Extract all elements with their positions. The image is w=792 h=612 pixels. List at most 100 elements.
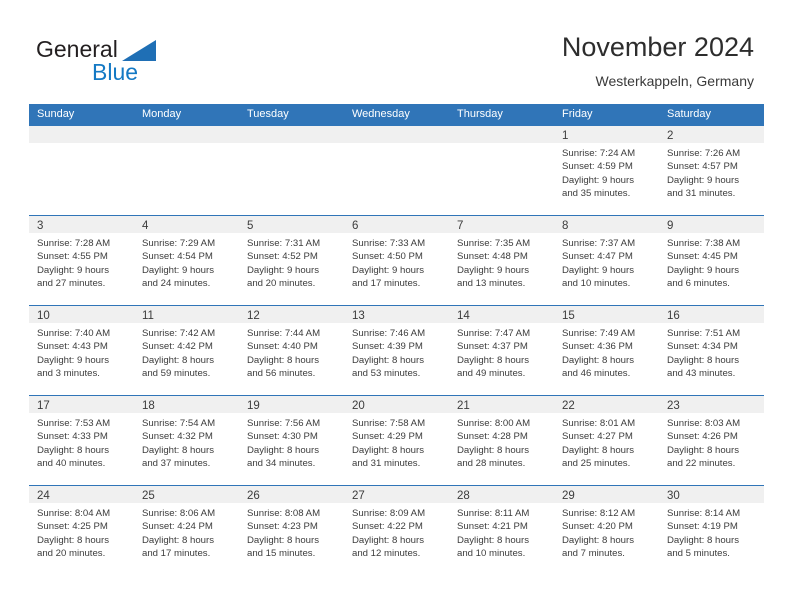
day-number-band: 3 xyxy=(29,216,134,233)
day-info-line: Daylight: 8 hours xyxy=(247,444,319,456)
day-info-line: Sunrise: 7:38 AM xyxy=(667,238,741,249)
day-number-band: 12 xyxy=(239,306,344,323)
page-subtitle-location: Westerkappeln, Germany xyxy=(595,73,754,89)
calendar-day-cell[interactable]: 20 Sunrise: 7:58 AM Sunset: 4:29 PM Dayligh… xyxy=(344,395,449,485)
generalblue-logo[interactable]: General Blue xyxy=(36,36,216,88)
calendar-day-cell[interactable]: 18 Sunrise: 7:54 AM Sunset: 4:32 PM Dayligh… xyxy=(134,395,239,485)
day-info-line: Daylight: 9 hours xyxy=(352,264,424,276)
day-number: 15 xyxy=(562,310,575,322)
day-number-band: 14 xyxy=(449,306,554,323)
calendar-day-cell[interactable]: 1 Sunrise: 7:24 AM Sunset: 4:59 PM Daylight… xyxy=(554,125,659,215)
day-number: 8 xyxy=(562,220,569,232)
day-sun-info: Sunrise: 7:29 AM Sunset: 4:54 PM Daylight:… xyxy=(134,233,239,291)
day-number-band: 17 xyxy=(29,396,134,413)
day-number: 14 xyxy=(457,310,470,322)
calendar-day-cell[interactable]: 23 Sunrise: 8:03 AM Sunset: 4:26 PM Dayligh… xyxy=(659,395,764,485)
day-info-line: Sunrise: 7:51 AM xyxy=(667,328,741,339)
day-info-line: Sunrise: 7:29 AM xyxy=(142,238,216,249)
day-number-band: 26 xyxy=(239,486,344,503)
calendar-day-cell[interactable]: 29 Sunrise: 8:12 AM Sunset: 4:20 PM Dayligh… xyxy=(554,485,659,575)
day-info-line: and 12 minutes. xyxy=(352,548,421,560)
day-info-line: and 17 minutes. xyxy=(352,278,421,290)
day-sun-info: Sunrise: 7:42 AM Sunset: 4:42 PM Daylight:… xyxy=(134,323,239,381)
calendar-day-cell[interactable]: 6 Sunrise: 7:33 AM Sunset: 4:50 PM Daylight… xyxy=(344,215,449,305)
day-sun-info: Sunrise: 7:56 AM Sunset: 4:30 PM Daylight:… xyxy=(239,413,344,471)
calendar-page: General Blue November 2024 Westerkappeln… xyxy=(0,0,792,612)
day-info-line: Sunrise: 7:24 AM xyxy=(562,148,636,159)
calendar-day-cell[interactable]: 7 Sunrise: 7:35 AM Sunset: 4:48 PM Daylight… xyxy=(449,215,554,305)
day-info-line: Sunset: 4:24 PM xyxy=(142,521,213,533)
calendar-day-cell[interactable]: 12 Sunrise: 7:44 AM Sunset: 4:40 PM Dayligh… xyxy=(239,305,344,395)
calendar-day-cell[interactable]: 9 Sunrise: 7:38 AM Sunset: 4:45 PM Daylight… xyxy=(659,215,764,305)
day-info-line: Daylight: 8 hours xyxy=(352,534,424,546)
calendar-day-cell[interactable]: 26 Sunrise: 8:08 AM Sunset: 4:23 PM Dayligh… xyxy=(239,485,344,575)
day-info-line: Sunset: 4:43 PM xyxy=(37,341,108,353)
day-number: 30 xyxy=(667,490,680,502)
day-info-line: Sunset: 4:39 PM xyxy=(352,341,423,353)
calendar-day-cell[interactable]: 25 Sunrise: 8:06 AM Sunset: 4:24 PM Dayligh… xyxy=(134,485,239,575)
calendar-day-cell[interactable]: 17 Sunrise: 7:53 AM Sunset: 4:33 PM Dayligh… xyxy=(29,395,134,485)
day-info-line: Sunrise: 7:49 AM xyxy=(562,328,636,339)
day-sun-info: Sunrise: 8:04 AM Sunset: 4:25 PM Daylight:… xyxy=(29,503,134,561)
calendar-day-cell[interactable]: 10 Sunrise: 7:40 AM Sunset: 4:43 PM Dayligh… xyxy=(29,305,134,395)
day-info-line: Sunset: 4:52 PM xyxy=(247,251,318,263)
calendar-day-cell[interactable]: 28 Sunrise: 8:11 AM Sunset: 4:21 PM Dayligh… xyxy=(449,485,554,575)
calendar-week-row: 1 Sunrise: 7:24 AM Sunset: 4:59 PM Daylight… xyxy=(29,125,764,215)
day-info-line: Sunset: 4:47 PM xyxy=(562,251,633,263)
day-info-line: and 5 minutes. xyxy=(667,548,730,560)
weekday-header-wednesday: Wednesday xyxy=(352,108,410,120)
calendar-day-cell[interactable]: 27 Sunrise: 8:09 AM Sunset: 4:22 PM Dayligh… xyxy=(344,485,449,575)
calendar-day-cell[interactable]: 14 Sunrise: 7:47 AM Sunset: 4:37 PM Dayligh… xyxy=(449,305,554,395)
calendar-day-cell[interactable]: 5 Sunrise: 7:31 AM Sunset: 4:52 PM Daylight… xyxy=(239,215,344,305)
day-number-band: 21 xyxy=(449,396,554,413)
logo-triangle-icon xyxy=(122,40,156,61)
day-info-line: Daylight: 8 hours xyxy=(457,354,529,366)
day-number: 16 xyxy=(667,310,680,322)
calendar-day-cell[interactable]: 19 Sunrise: 7:56 AM Sunset: 4:30 PM Dayligh… xyxy=(239,395,344,485)
day-number-band xyxy=(239,126,344,143)
day-info-line: Sunset: 4:27 PM xyxy=(562,431,633,443)
day-number: 25 xyxy=(142,490,155,502)
day-info-line: Sunrise: 7:46 AM xyxy=(352,328,426,339)
calendar-day-cell[interactable]: 11 Sunrise: 7:42 AM Sunset: 4:42 PM Dayligh… xyxy=(134,305,239,395)
calendar-day-cell[interactable]: 22 Sunrise: 8:01 AM Sunset: 4:27 PM Dayligh… xyxy=(554,395,659,485)
calendar-day-cell[interactable]: 30 Sunrise: 8:14 AM Sunset: 4:19 PM Dayligh… xyxy=(659,485,764,575)
day-number-band: 13 xyxy=(344,306,449,323)
day-info-line: Daylight: 8 hours xyxy=(457,534,529,546)
day-number-band: 2 xyxy=(659,126,764,143)
day-info-line: Sunset: 4:37 PM xyxy=(457,341,528,353)
calendar-day-cell[interactable]: 24 Sunrise: 8:04 AM Sunset: 4:25 PM Dayligh… xyxy=(29,485,134,575)
calendar-day-cell[interactable]: 8 Sunrise: 7:37 AM Sunset: 4:47 PM Daylight… xyxy=(554,215,659,305)
day-info-line: Sunset: 4:33 PM xyxy=(37,431,108,443)
day-sun-info: Sunrise: 8:06 AM Sunset: 4:24 PM Daylight:… xyxy=(134,503,239,561)
day-info-line: and 27 minutes. xyxy=(37,278,106,290)
calendar-day-cell[interactable]: 13 Sunrise: 7:46 AM Sunset: 4:39 PM Dayligh… xyxy=(344,305,449,395)
day-info-line: Sunset: 4:36 PM xyxy=(562,341,633,353)
calendar-day-cell[interactable]: 3 Sunrise: 7:28 AM Sunset: 4:55 PM Daylight… xyxy=(29,215,134,305)
calendar-day-cell[interactable]: 2 Sunrise: 7:26 AM Sunset: 4:57 PM Daylight… xyxy=(659,125,764,215)
day-number-band: 29 xyxy=(554,486,659,503)
calendar-day-cell[interactable]: 16 Sunrise: 7:51 AM Sunset: 4:34 PM Dayligh… xyxy=(659,305,764,395)
day-info-line: and 7 minutes. xyxy=(562,548,625,560)
day-info-line: and 40 minutes. xyxy=(37,458,106,470)
day-info-line: Sunset: 4:59 PM xyxy=(562,161,633,173)
day-info-line: Sunset: 4:25 PM xyxy=(37,521,108,533)
day-sun-info: Sunrise: 7:58 AM Sunset: 4:29 PM Daylight:… xyxy=(344,413,449,471)
calendar-day-cell[interactable]: 15 Sunrise: 7:49 AM Sunset: 4:36 PM Dayligh… xyxy=(554,305,659,395)
calendar-day-cell[interactable]: 21 Sunrise: 8:00 AM Sunset: 4:28 PM Dayligh… xyxy=(449,395,554,485)
weekday-header-saturday: Saturday xyxy=(667,108,712,120)
day-sun-info: Sunrise: 8:09 AM Sunset: 4:22 PM Daylight:… xyxy=(344,503,449,561)
calendar-day-cell[interactable]: 4 Sunrise: 7:29 AM Sunset: 4:54 PM Daylight… xyxy=(134,215,239,305)
calendar-weeks: 1 Sunrise: 7:24 AM Sunset: 4:59 PM Daylight… xyxy=(29,125,764,575)
day-sun-info: Sunrise: 7:31 AM Sunset: 4:52 PM Daylight:… xyxy=(239,233,344,291)
day-number-band: 23 xyxy=(659,396,764,413)
day-info-line: Sunset: 4:42 PM xyxy=(142,341,213,353)
day-info-line: Sunrise: 7:54 AM xyxy=(142,418,216,429)
day-info-line: Daylight: 8 hours xyxy=(142,534,214,546)
day-sun-info: Sunrise: 8:00 AM Sunset: 4:28 PM Daylight:… xyxy=(449,413,554,471)
day-info-line: Sunset: 4:26 PM xyxy=(667,431,738,443)
day-info-line: and 22 minutes. xyxy=(667,458,736,470)
day-info-line: and 59 minutes. xyxy=(142,368,211,380)
day-sun-info: Sunrise: 7:28 AM Sunset: 4:55 PM Daylight:… xyxy=(29,233,134,291)
day-info-line: Daylight: 8 hours xyxy=(562,444,634,456)
